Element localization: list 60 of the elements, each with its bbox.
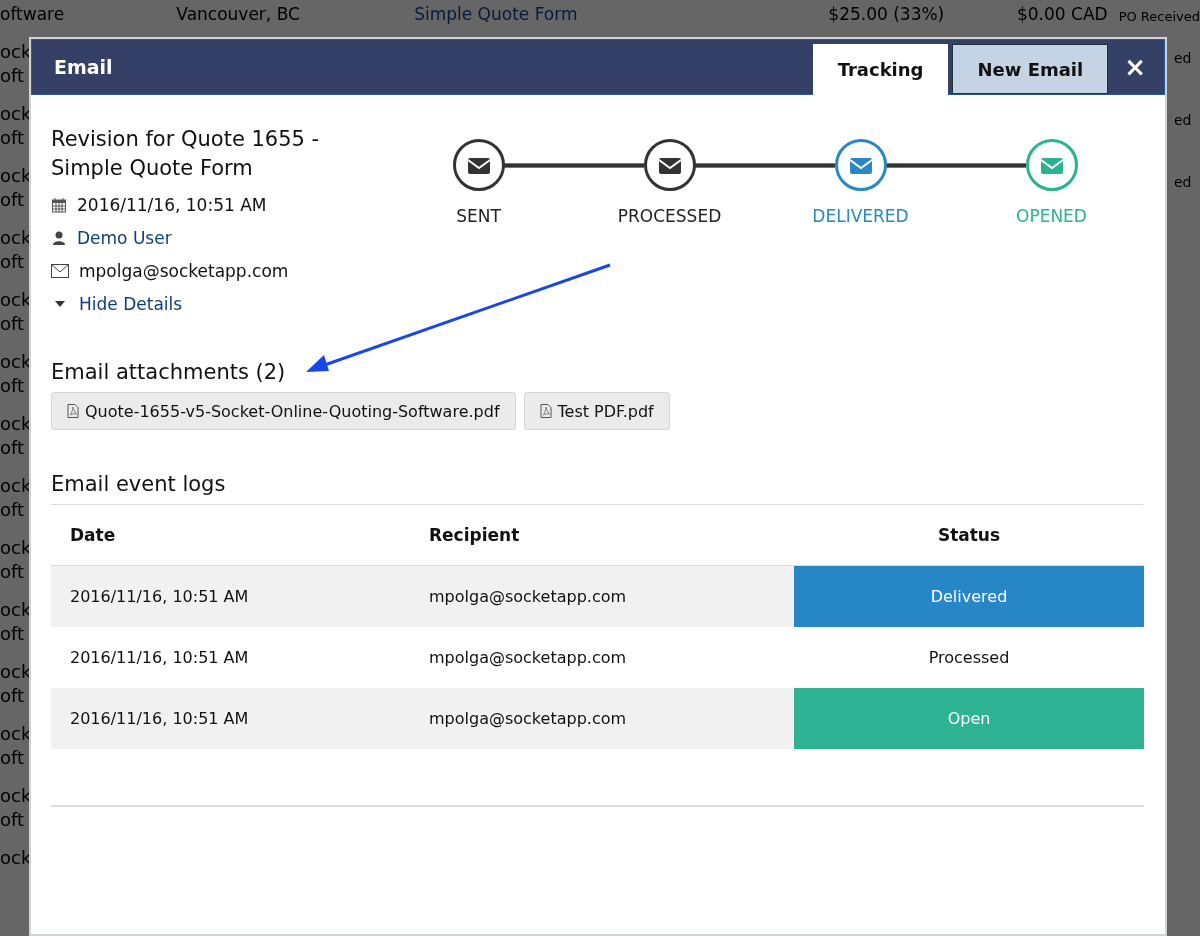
background-text: oft — [0, 312, 26, 336]
background-text: oft — [0, 64, 26, 88]
step-label: PROCESSED — [617, 206, 722, 226]
envelope-icon — [657, 155, 682, 175]
background-text: oft — [0, 188, 26, 212]
background-text: Simple Quote Form — [414, 4, 579, 24]
pdf-file-icon — [67, 404, 79, 418]
step-label: OPENED — [1016, 206, 1087, 226]
background-text: oft — [0, 126, 26, 150]
calendar-icon — [51, 196, 67, 213]
envelope-icon — [848, 155, 873, 175]
envelope-icon — [466, 155, 491, 175]
attachment-button[interactable]: Quote-1655-v5-Socket-Online-Quoting-Software.pdf — [51, 392, 516, 430]
table-cell-text: mpolga@socketapp.com — [428, 708, 628, 730]
background-text: oft — [0, 498, 26, 522]
dialog-title: Email — [54, 56, 114, 78]
sent-date: 2016/11/16, 10:51 AM — [77, 194, 267, 215]
background-text: oftware — [0, 4, 66, 24]
close-button[interactable]: × — [1120, 52, 1150, 82]
envelope-icon — [51, 263, 69, 278]
table-cell-text: mpolga@socketapp.com — [428, 586, 628, 608]
background-text: oft — [0, 436, 26, 460]
step-label: SENT — [456, 206, 501, 226]
background-text: PO Received — [1118, 9, 1200, 24]
background-text: oft — [0, 560, 26, 584]
background-text: oft — [0, 374, 26, 398]
background-text: oft — [0, 250, 26, 274]
section-title: Email event logs — [51, 472, 1143, 505]
status-cell: Delivered — [794, 566, 1144, 627]
envelope-icon — [1039, 155, 1064, 175]
background-text: oft — [0, 684, 26, 708]
user-link[interactable]: Demo User — [77, 227, 172, 248]
email-address: mpolga@socketapp.com — [79, 260, 289, 281]
attachment-button[interactable]: Test PDF.pdf — [523, 392, 670, 430]
column-header: Date — [69, 524, 117, 547]
background-text: oft — [0, 808, 26, 832]
background-text: ed — [1174, 112, 1192, 128]
background-text: $25.00 (33%) — [828, 4, 946, 24]
background-text: ed — [1174, 50, 1192, 66]
tab[interactable]: New Email — [952, 44, 1109, 94]
status-cell-text: Processed — [927, 647, 1011, 669]
background-text: Vancouver, BC — [176, 4, 301, 24]
tab[interactable]: Tracking — [812, 44, 949, 95]
column-header: Recipient — [428, 524, 521, 547]
background-text: ed — [1174, 174, 1192, 190]
background-text: $0.00 CAD — [1016, 4, 1109, 24]
status-cell: Open — [794, 688, 1144, 749]
email-subject: Revision for Quote 1655 - Simple Quote Form — [51, 126, 321, 182]
table-cell-text: 2016/11/16, 10:51 AM — [69, 586, 250, 608]
table-cell-text: 2016/11/16, 10:51 AM — [69, 708, 250, 730]
background-text: oft — [0, 622, 26, 646]
section-title: Email attachments (2) — [51, 360, 287, 384]
user-icon — [51, 229, 67, 246]
background-text: oft — [0, 746, 26, 770]
pdf-file-icon — [539, 404, 552, 418]
column-header: Status — [936, 524, 1002, 547]
hide-details-link[interactable]: Hide Details — [79, 293, 183, 314]
table-cell-text: mpolga@socketapp.com — [428, 647, 628, 669]
step-label: DELIVERED — [812, 206, 909, 226]
table-cell-text: 2016/11/16, 10:51 AM — [69, 647, 250, 669]
